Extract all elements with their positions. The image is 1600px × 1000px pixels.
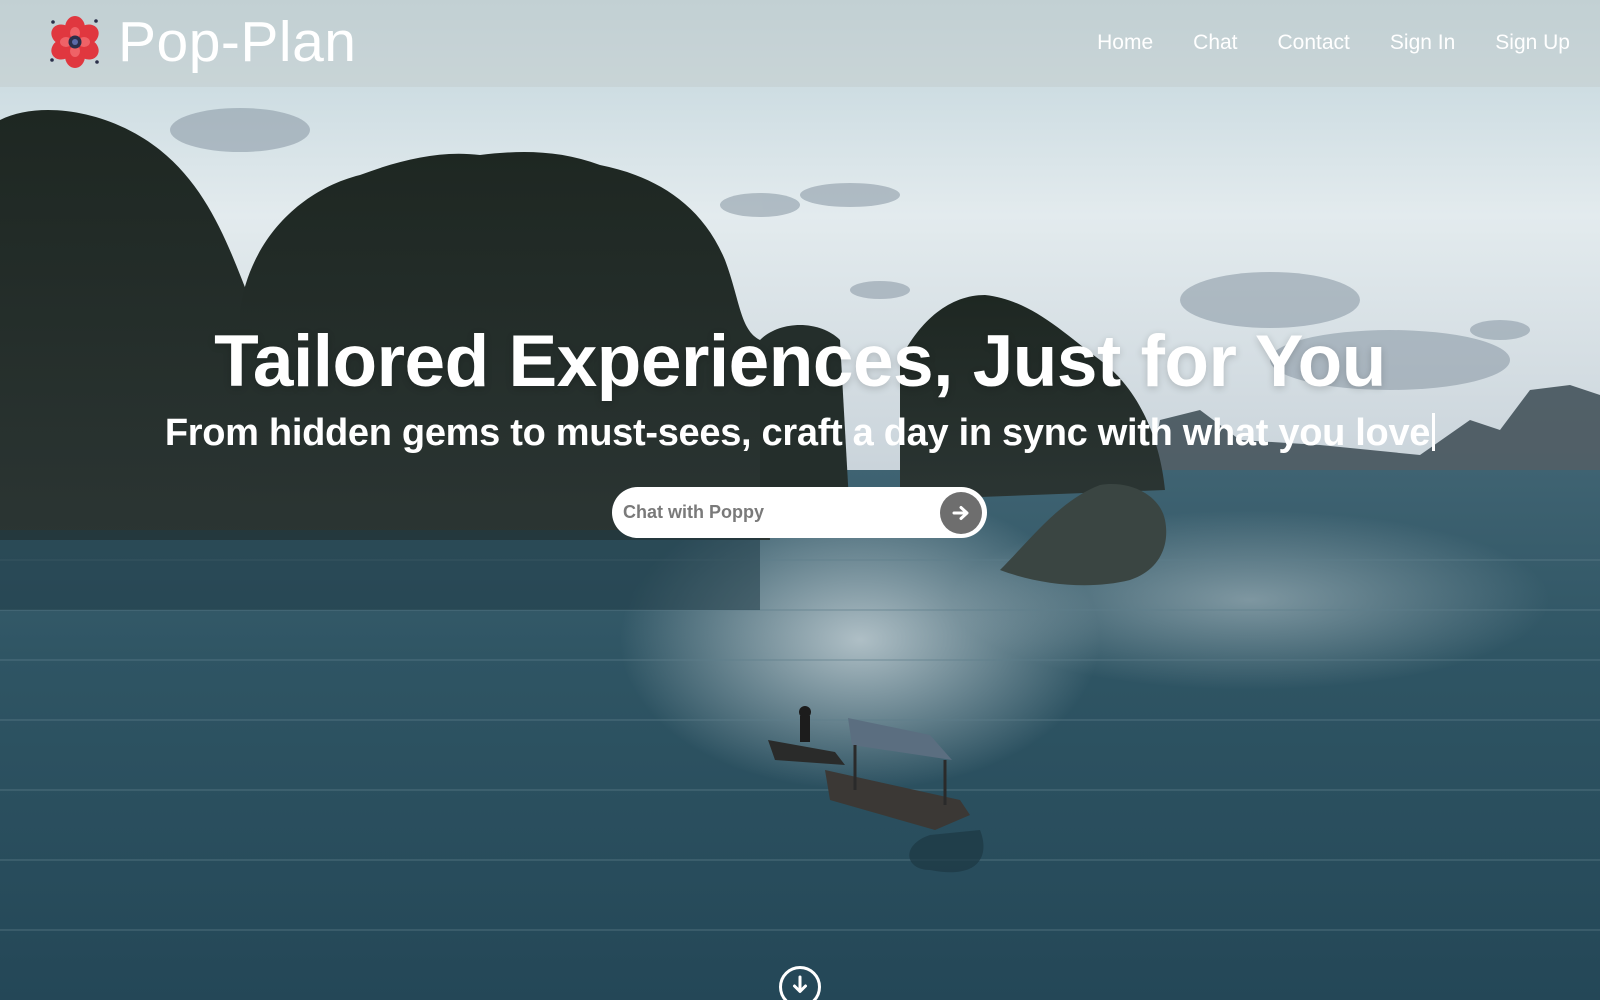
arrow-down-circle-icon	[793, 975, 807, 993]
nav-sign-in-link[interactable]: Sign In	[1390, 30, 1455, 56]
brand-name: Pop-Plan	[118, 10, 357, 74]
poppy-flower-icon	[50, 16, 99, 68]
chat-input[interactable]	[612, 487, 940, 538]
chat-search-box	[612, 487, 987, 538]
brand[interactable]: Pop-Plan	[48, 12, 357, 72]
hero-title: Tailored Experiences, Just for You	[214, 321, 1386, 402]
nav-sign-up-link[interactable]: Sign Up	[1495, 30, 1570, 56]
nav-contact-link[interactable]: Contact	[1278, 30, 1350, 56]
nav-chat-link[interactable]: Chat	[1193, 30, 1237, 56]
chat-send-button[interactable]	[940, 491, 982, 534]
top-navbar: Pop-Plan Home Chat Contact Sign In Sign …	[0, 0, 1600, 87]
nav-home-link[interactable]: Home	[1097, 30, 1153, 56]
hero-subtitle-text: From hidden gems to must-sees, craft a d…	[164, 412, 1431, 454]
hero-subtitle: From hidden gems to must-sees, craft a d…	[0, 408, 1600, 458]
arrow-right-icon	[952, 505, 969, 520]
typing-cursor	[1432, 413, 1436, 451]
scroll-down-button[interactable]	[779, 966, 821, 1000]
main-nav: Home Chat Contact Sign In Sign Up	[1097, 30, 1570, 56]
